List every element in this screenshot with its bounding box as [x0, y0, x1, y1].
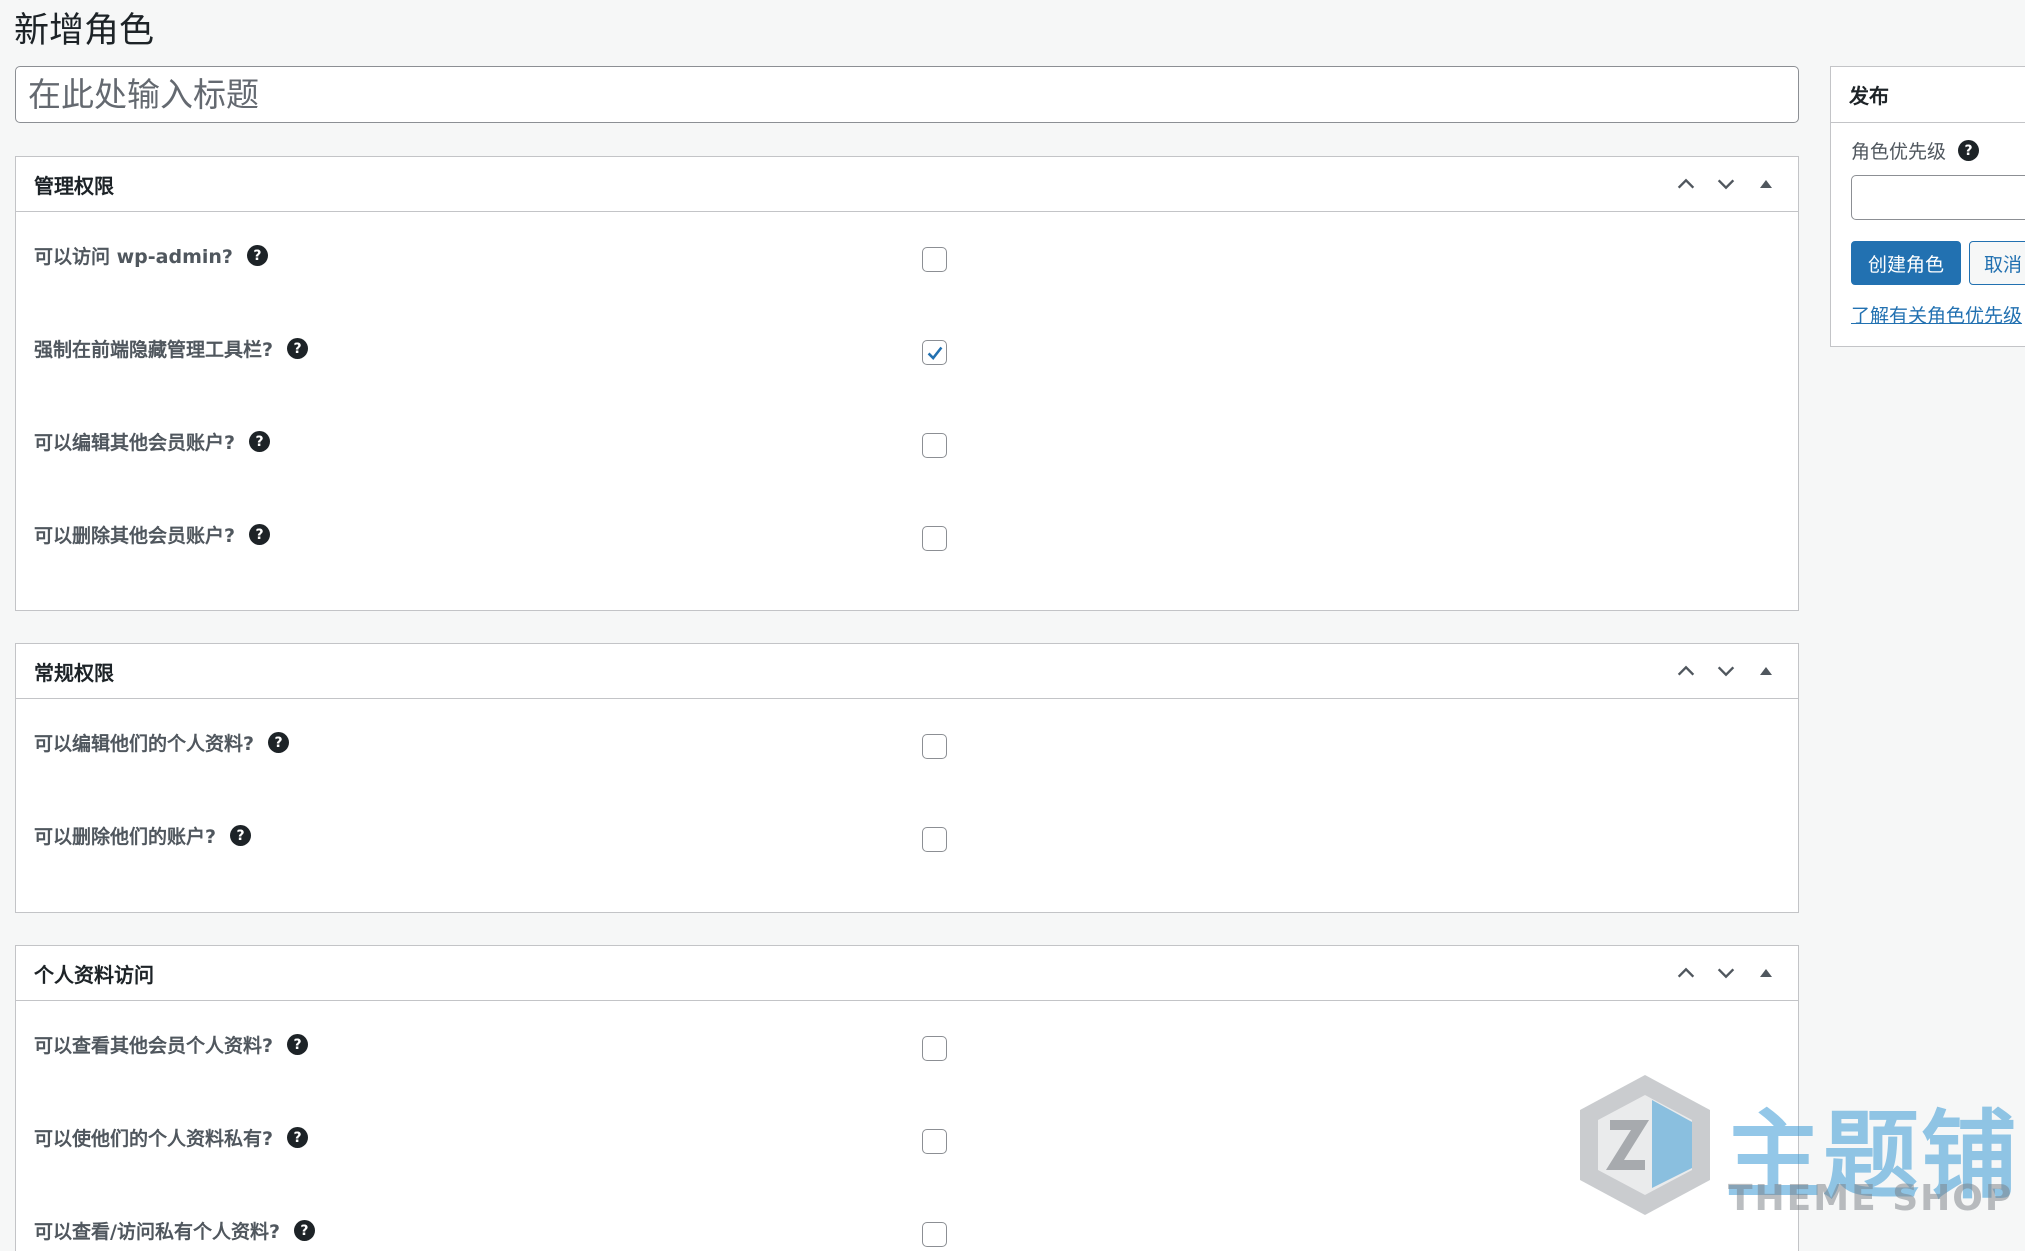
field-row: 可以编辑他们的个人资料??: [16, 699, 1798, 792]
checkbox-delete-other-members[interactable]: [922, 526, 947, 551]
checkbox-delete-own-account[interactable]: [922, 827, 947, 852]
field-row: 可以查看/访问私有个人资料??: [16, 1187, 1798, 1251]
page-title: 新增角色: [14, 11, 155, 51]
handle-actions: [1670, 655, 1782, 687]
postbox-admin-permissions: 管理权限 可以访问 wp-admin?? 强制在前端隐藏管理工具栏?? 可以编辑…: [15, 156, 1799, 611]
field-label: 可以查看/访问私有个人资料?: [34, 1221, 280, 1243]
field-label: 可以访问 wp-admin?: [34, 246, 233, 268]
postbox-profile-access: 个人资料访问 可以查看其他会员个人资料?? 可以使他们的个人资料私有?? 可以查…: [15, 945, 1799, 1251]
publish-box: 发布 角色优先级 ? 创建角色 取消 了解有关角色优先级: [1830, 66, 2025, 347]
field-row: 可以删除其他会员账户??: [16, 491, 1798, 584]
chevron-down-icon: [1717, 968, 1735, 979]
chevron-up-icon: [1677, 967, 1695, 978]
move-up-button[interactable]: [1670, 957, 1702, 989]
chevron-down-icon: [1717, 666, 1735, 677]
help-icon[interactable]: ?: [293, 1220, 315, 1241]
help-icon[interactable]: ?: [287, 1127, 309, 1148]
field-row: 可以访问 wp-admin??: [16, 212, 1798, 305]
field-label: 可以删除他们的账户?: [34, 826, 217, 848]
triangle-up-icon: [1760, 667, 1772, 675]
field-label: 可以查看其他会员个人资料?: [34, 1035, 274, 1057]
checkbox-access-wp-admin[interactable]: [922, 247, 947, 272]
chevron-down-icon: [1717, 179, 1735, 190]
move-up-button[interactable]: [1670, 655, 1702, 687]
postbox-general-permissions: 常规权限 可以编辑他们的个人资料?? 可以删除他们的账户??: [15, 643, 1799, 913]
triangle-up-icon: [1760, 969, 1772, 977]
move-down-button[interactable]: [1710, 957, 1742, 989]
field-row: 可以使他们的个人资料私有??: [16, 1094, 1798, 1187]
move-down-button[interactable]: [1710, 168, 1742, 200]
checkbox-make-profile-private[interactable]: [922, 1129, 947, 1154]
toggle-panel-button[interactable]: [1750, 957, 1782, 989]
postbox-title: 常规权限: [34, 660, 114, 685]
postbox-header: 常规权限: [16, 644, 1798, 699]
postbox-title: 管理权限: [34, 173, 114, 198]
help-icon[interactable]: ?: [287, 338, 309, 359]
toggle-panel-button[interactable]: [1750, 655, 1782, 687]
postbox-header: 个人资料访问: [16, 946, 1798, 1001]
field-row: 可以查看其他会员个人资料??: [16, 1001, 1798, 1094]
field-label: 可以删除其他会员账户?: [34, 525, 236, 547]
field-label: 可以编辑其他会员账户?: [34, 432, 236, 454]
field-row: 强制在前端隐藏管理工具栏??: [16, 305, 1798, 398]
help-icon[interactable]: ?: [246, 245, 268, 266]
publish-box-title: 发布: [1831, 67, 2025, 123]
checkbox-view-other-profiles[interactable]: [922, 1036, 947, 1061]
postbox-header: 管理权限: [16, 157, 1798, 212]
toggle-panel-button[interactable]: [1750, 168, 1782, 200]
handle-actions: [1670, 957, 1782, 989]
checkbox-view-private-profiles[interactable]: [922, 1222, 947, 1247]
check-icon: [927, 346, 942, 360]
move-up-button[interactable]: [1670, 168, 1702, 200]
checkbox-hide-admin-bar[interactable]: [922, 340, 947, 365]
checkbox-edit-own-profile[interactable]: [922, 734, 947, 759]
help-icon[interactable]: ?: [268, 732, 290, 753]
help-icon[interactable]: ?: [287, 1034, 309, 1055]
field-label: 可以编辑他们的个人资料?: [34, 733, 255, 755]
help-icon[interactable]: ?: [1958, 140, 1980, 161]
postbox-title: 个人资料访问: [34, 962, 154, 987]
learn-role-priority-link[interactable]: 了解有关角色优先级: [1851, 301, 2022, 328]
title-input[interactable]: [15, 66, 1799, 123]
help-icon[interactable]: ?: [249, 524, 271, 545]
move-down-button[interactable]: [1710, 655, 1742, 687]
chevron-up-icon: [1677, 178, 1695, 189]
cancel-button[interactable]: 取消: [1969, 241, 2025, 285]
create-role-button[interactable]: 创建角色: [1851, 241, 1961, 285]
handle-actions: [1670, 168, 1782, 200]
role-priority-input[interactable]: [1851, 175, 2025, 220]
triangle-up-icon: [1760, 180, 1772, 188]
field-row: 可以删除他们的账户??: [16, 792, 1798, 885]
field-row: 可以编辑其他会员账户??: [16, 398, 1798, 491]
field-label: 强制在前端隐藏管理工具栏?: [34, 339, 274, 361]
chevron-up-icon: [1677, 665, 1695, 676]
help-icon[interactable]: ?: [249, 431, 271, 452]
checkbox-edit-other-members[interactable]: [922, 433, 947, 458]
field-label: 可以使他们的个人资料私有?: [34, 1128, 274, 1150]
role-priority-label: 角色优先级: [1851, 141, 1947, 163]
help-icon[interactable]: ?: [230, 825, 252, 846]
